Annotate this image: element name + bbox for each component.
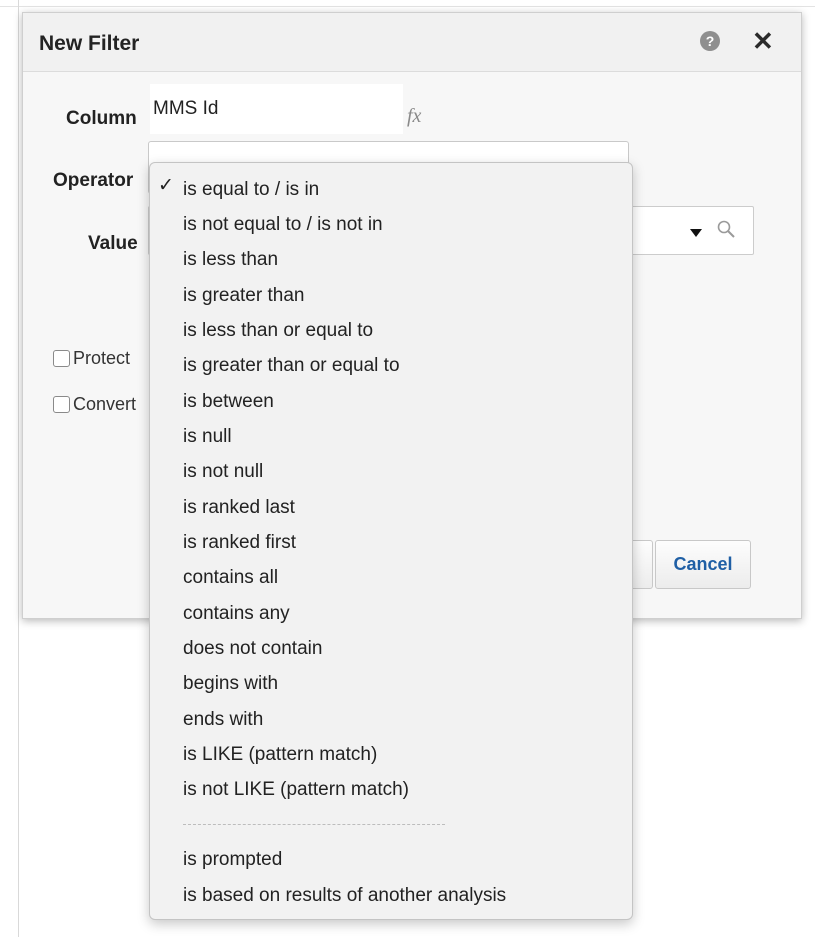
value-dropdown-arrow-icon[interactable] <box>690 229 702 237</box>
menu-item[interactable]: is ranked last <box>183 497 295 519</box>
menu-item[interactable]: begins with <box>183 673 278 695</box>
menu-item[interactable]: does not contain <box>183 638 322 660</box>
menu-item[interactable]: contains all <box>183 567 278 589</box>
menu-item[interactable]: is less than <box>183 249 278 271</box>
column-label: Column <box>66 108 137 129</box>
menu-item[interactable]: is between <box>183 391 274 413</box>
check-icon: ✓ <box>158 175 174 196</box>
menu-item[interactable]: contains any <box>183 603 290 625</box>
fx-icon[interactable]: fx <box>407 105 421 128</box>
menu-item[interactable]: is less than or equal to <box>183 320 373 342</box>
protect-checkbox-label: Protect <box>73 348 131 368</box>
menu-item[interactable]: is greater than or equal to <box>183 355 400 377</box>
menu-item[interactable]: is not equal to / is not in <box>183 214 383 236</box>
search-icon[interactable] <box>716 219 738 241</box>
help-icon[interactable]: ? <box>700 31 720 51</box>
menu-separator <box>183 824 445 825</box>
column-field[interactable] <box>150 84 403 134</box>
background-border-left <box>18 0 19 937</box>
convert-checkbox[interactable] <box>53 396 70 413</box>
operator-label: Operator <box>53 170 134 191</box>
value-label: Value <box>88 233 138 254</box>
dialog-header: New Filter ? ✕ <box>23 13 801 72</box>
convert-checkbox-label: Convert <box>73 394 137 414</box>
operator-menu: is equal to / is in is not equal to / is… <box>149 162 633 920</box>
menu-item[interactable]: is greater than <box>183 285 304 307</box>
protect-checkbox[interactable] <box>53 350 70 367</box>
close-icon[interactable]: ✕ <box>752 26 774 56</box>
menu-item[interactable]: is null <box>183 426 232 448</box>
menu-item[interactable]: is ranked first <box>183 532 296 554</box>
dialog-title: New Filter <box>39 32 140 55</box>
cancel-button[interactable]: Cancel <box>655 540 751 589</box>
menu-item[interactable]: is not LIKE (pattern match) <box>183 779 409 801</box>
menu-item[interactable]: is not null <box>183 461 263 483</box>
menu-item[interactable]: is equal to / is in <box>183 179 319 201</box>
menu-item[interactable]: is prompted <box>183 849 282 871</box>
background-border-top <box>0 6 815 7</box>
menu-item[interactable]: is LIKE (pattern match) <box>183 744 377 766</box>
menu-item[interactable]: ends with <box>183 709 263 731</box>
menu-item[interactable]: is based on results of another analysis <box>183 885 506 907</box>
